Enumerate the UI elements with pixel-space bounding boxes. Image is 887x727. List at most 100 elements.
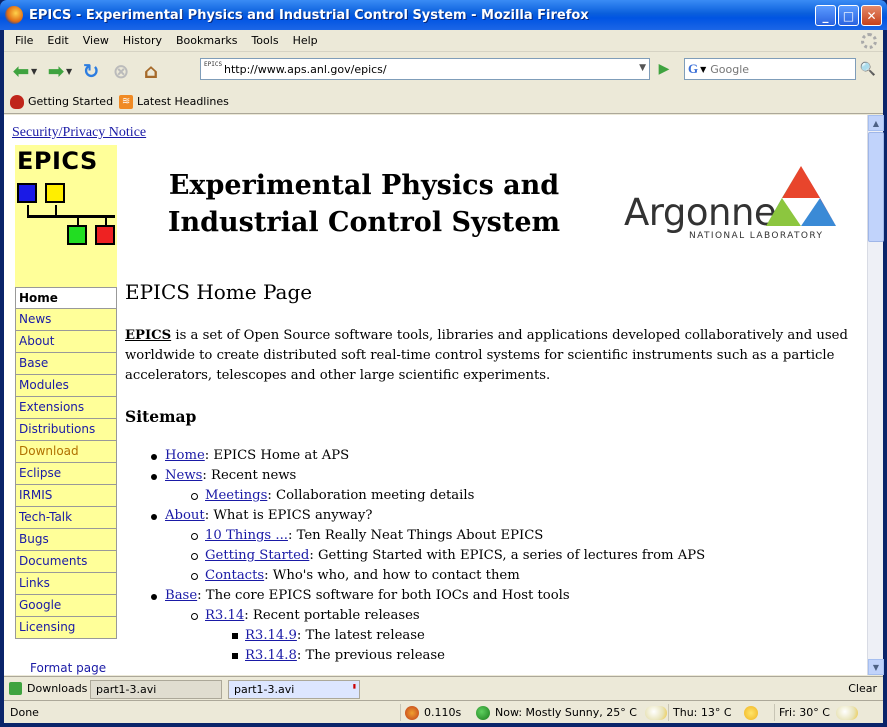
downloads-button[interactable]: Downloads: [9, 682, 87, 695]
menu-bar: File Edit View History Bookmarks Tools H…: [4, 30, 883, 52]
sidebar-item-base[interactable]: Base: [15, 353, 117, 375]
format-page-link[interactable]: Format page: [30, 661, 106, 675]
sidebar-item-extensions[interactable]: Extensions: [15, 397, 117, 419]
partly-cloudy-icon: [835, 705, 858, 720]
sidebar-item-links[interactable]: Links: [15, 573, 117, 595]
weather-now[interactable]: Now: Mostly Sunny, 25° C: [472, 704, 672, 721]
bookmark-getting-started[interactable]: Getting Started: [10, 94, 113, 109]
list-item: Base: The core EPICS software for both I…: [125, 586, 860, 666]
bookmarks-toolbar: Getting Started ≋ Latest Headlines: [4, 90, 883, 114]
download-item[interactable]: part1-3.avi ▮: [228, 680, 360, 699]
sidebar-item-tech-talk[interactable]: Tech-Talk: [15, 507, 117, 529]
vertical-scrollbar[interactable]: ▲ ▼: [867, 115, 884, 675]
window-title: EPICS - Experimental Physics and Industr…: [29, 7, 589, 23]
page-title: EPICS Home Page: [125, 280, 313, 304]
clear-downloads-button[interactable]: Clear: [848, 682, 877, 695]
weather-thu[interactable]: Thu: 13° C: [668, 704, 763, 721]
url-text[interactable]: http://www.aps.anl.gov/epics/: [224, 63, 387, 76]
epics-logo: EPICS: [15, 145, 117, 287]
firefox-icon: [5, 6, 23, 24]
bookmark-latest-headlines[interactable]: ≋ Latest Headlines: [119, 94, 229, 109]
search-magnifier-icon[interactable]: 🔍: [856, 58, 880, 80]
sidebar-item-licensing[interactable]: Licensing: [15, 617, 117, 639]
sidebar-item-google[interactable]: Google: [15, 595, 117, 617]
sitemap-link-contacts[interactable]: Contacts: [205, 568, 264, 583]
home-icon[interactable]: ⌂: [138, 58, 164, 84]
page-content: Security/Privacy Notice EPICS Home News …: [4, 115, 867, 675]
scroll-thumb[interactable]: [868, 132, 884, 242]
scroll-up-icon[interactable]: ▲: [868, 115, 884, 131]
menu-help[interactable]: Help: [286, 34, 325, 47]
engine-dropdown-icon[interactable]: ▼: [700, 65, 706, 74]
menu-edit[interactable]: Edit: [40, 34, 75, 47]
sitemap-link-news[interactable]: News: [165, 468, 202, 483]
sidebar-item-bugs[interactable]: Bugs: [15, 529, 117, 551]
sitemap-link-base[interactable]: Base: [165, 588, 197, 603]
partly-cloudy-icon: [644, 705, 667, 720]
throbber-icon: [861, 33, 877, 49]
menu-file[interactable]: File: [8, 34, 40, 47]
security-notice-link[interactable]: Security/Privacy Notice: [12, 125, 146, 141]
argonne-subtitle: NATIONAL LABORATORY: [689, 231, 824, 241]
sitemap-link-getting-started[interactable]: Getting Started: [205, 548, 309, 563]
close-button[interactable]: ✕: [861, 5, 882, 26]
intro-paragraph: EPICS is a set of Open Source software t…: [125, 328, 848, 383]
sidebar-item-news[interactable]: News: [15, 309, 117, 331]
intro-term: EPICS: [125, 328, 172, 343]
sitemap-link-r3-14-8[interactable]: R3.14.8: [245, 648, 297, 663]
sidebar-nav: Home News About Base Modules Extensions …: [15, 287, 117, 639]
sidebar-item-distributions[interactable]: Distributions: [15, 419, 117, 441]
menu-view[interactable]: View: [76, 34, 116, 47]
download-item[interactable]: part1-3.avi: [90, 680, 222, 699]
argonne-triangle-icon: [766, 166, 836, 226]
menu-bookmarks[interactable]: Bookmarks: [169, 34, 244, 47]
list-item: R3.14: Recent portable releases R3.14.9:…: [165, 606, 860, 666]
menu-tools[interactable]: Tools: [244, 34, 285, 47]
scroll-down-icon[interactable]: ▼: [868, 659, 884, 675]
forward-dropdown-icon[interactable]: ▼: [66, 67, 74, 76]
logo-text: EPICS: [17, 147, 98, 175]
menu-history[interactable]: History: [116, 34, 169, 47]
minimize-button[interactable]: _: [815, 5, 836, 26]
go-arrow-icon[interactable]: ▶: [654, 58, 674, 80]
url-dropdown-icon[interactable]: ▼: [639, 63, 646, 73]
banner-title: Experimental Physics and Industrial Cont…: [167, 170, 561, 238]
sitemap-link-about[interactable]: About: [165, 508, 205, 523]
weather-fri[interactable]: Fri: 30° C: [774, 704, 863, 721]
reload-icon[interactable]: ↻: [78, 58, 104, 84]
search-box[interactable]: G ▼: [684, 58, 856, 80]
navigation-toolbar: ⬅ ▼ ➡ ▼ ↻ ⊗ ⌂ EPICS http://www.aps.anl.g…: [4, 53, 883, 89]
rss-feed-icon: ≋: [119, 94, 134, 109]
status-text: Done: [10, 706, 39, 719]
sitemap-list: Home: EPICS Home at APS News: Recent new…: [125, 446, 860, 666]
argonne-logo[interactable]: Argonne NATIONAL LABORATORY: [624, 166, 836, 241]
sitemap-link-r3-14[interactable]: R3.14: [205, 608, 244, 623]
getting-started-icon: [10, 94, 24, 109]
sitemap-link-10-things[interactable]: 10 Things ...: [205, 528, 288, 543]
downloads-icon: [9, 682, 22, 695]
url-bar[interactable]: EPICS http://www.aps.anl.gov/epics/ ▼: [200, 58, 650, 80]
maximize-button[interactable]: □: [838, 5, 859, 26]
sidebar-item-home[interactable]: Home: [15, 287, 117, 309]
list-item: Home: EPICS Home at APS: [125, 446, 860, 466]
status-bar: Done 0.110s Now: Mostly Sunny, 25° C Thu…: [4, 700, 883, 723]
title-bar[interactable]: EPICS - Experimental Physics and Industr…: [0, 0, 887, 30]
sidebar-item-eclipse[interactable]: Eclipse: [15, 463, 117, 485]
firebug-icon: [405, 705, 419, 720]
google-engine-icon[interactable]: G: [688, 61, 698, 77]
sidebar-item-documents[interactable]: Documents: [15, 551, 117, 573]
firebug-timer[interactable]: 0.110s: [400, 704, 461, 721]
search-input[interactable]: [710, 62, 831, 76]
sidebar-item-download[interactable]: Download: [15, 441, 117, 463]
sidebar: EPICS Home News About Base Modules Exten…: [15, 145, 117, 639]
list-item: Meetings: Collaboration meeting details: [165, 486, 860, 506]
stop-icon[interactable]: ⊗: [108, 58, 134, 84]
sidebar-item-modules[interactable]: Modules: [15, 375, 117, 397]
back-dropdown-icon[interactable]: ▼: [31, 67, 39, 76]
sitemap-link-r3-14-9[interactable]: R3.14.9: [245, 628, 297, 643]
sidebar-item-irmis[interactable]: IRMIS: [15, 485, 117, 507]
sitemap-link-meetings[interactable]: Meetings: [205, 488, 267, 503]
list-item: About: What is EPICS anyway? 10 Things .…: [125, 506, 860, 586]
sidebar-item-about[interactable]: About: [15, 331, 117, 353]
sitemap-link-home[interactable]: Home: [165, 448, 205, 463]
